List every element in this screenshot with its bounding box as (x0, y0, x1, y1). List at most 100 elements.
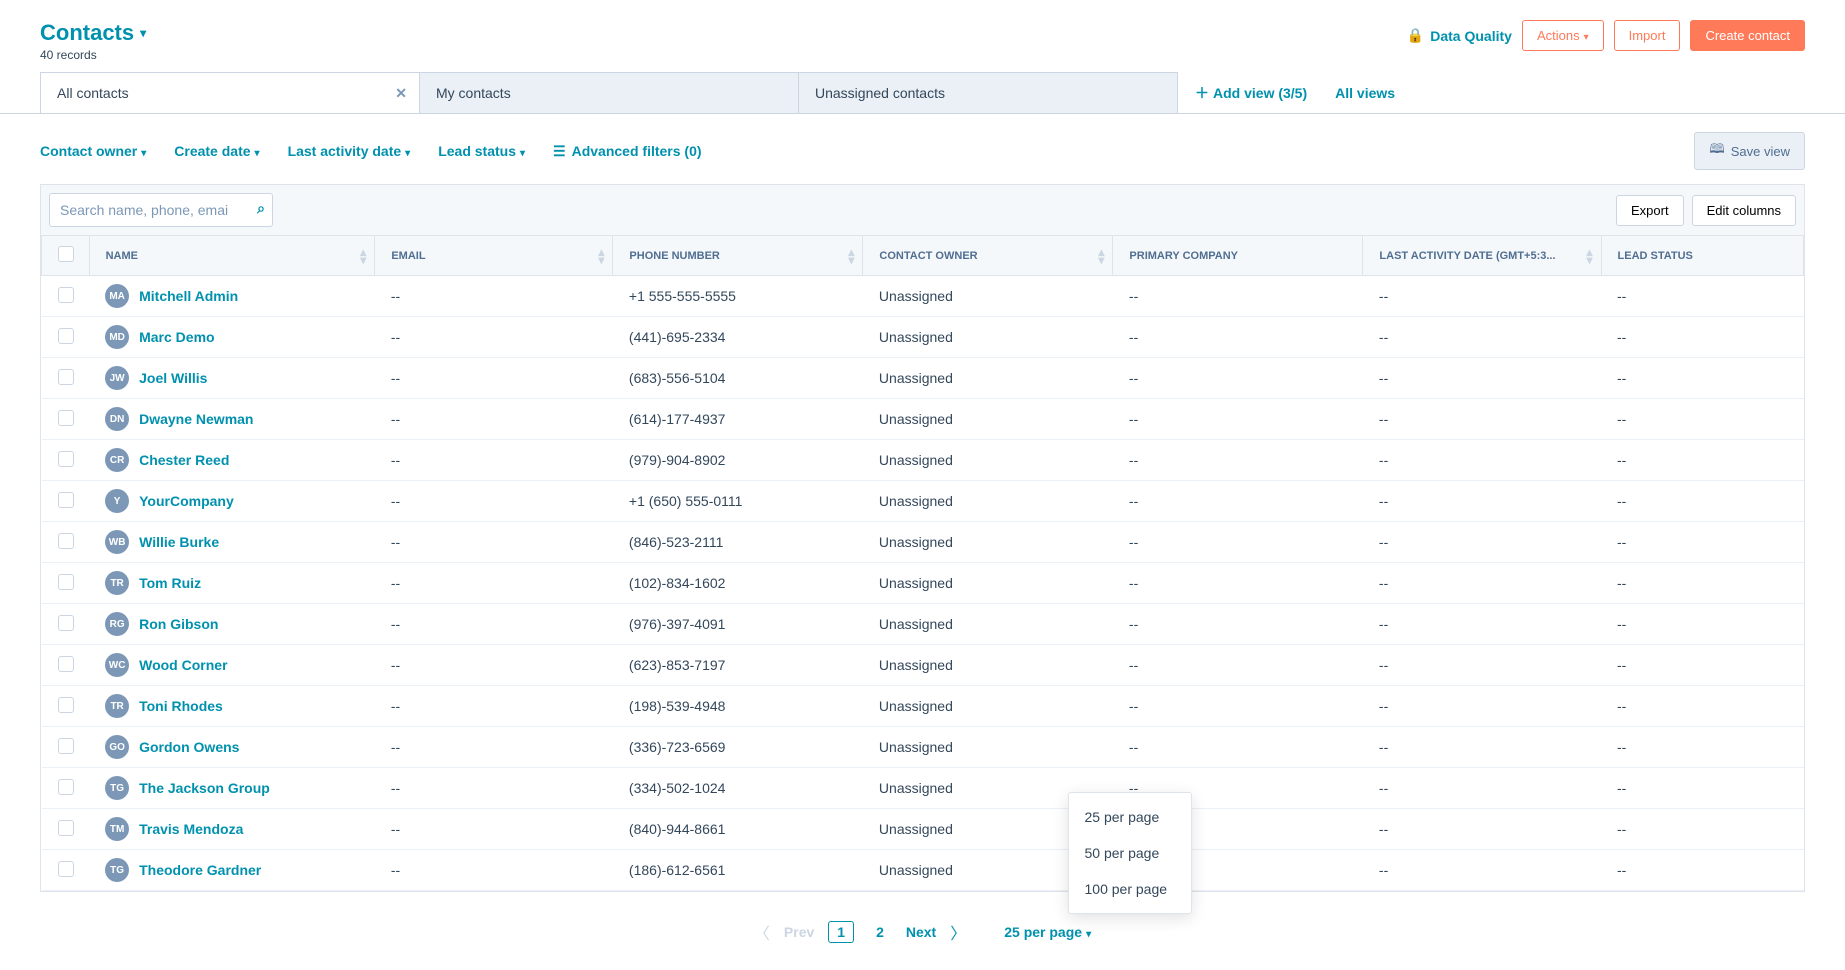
tab-label: Unassigned contacts (815, 85, 945, 101)
cell-activity: -- (1363, 604, 1601, 645)
export-button[interactable]: Export (1616, 195, 1684, 226)
cell-email: -- (375, 727, 613, 768)
column-phone[interactable]: PHONE NUMBER▴▾ (613, 236, 863, 276)
column-name[interactable]: NAME▴▾ (89, 236, 375, 276)
row-checkbox[interactable] (58, 492, 74, 508)
column-activity[interactable]: LAST ACTIVITY DATE (GMT+5:3...▴▾ (1363, 236, 1601, 276)
contact-name-link[interactable]: Chester Reed (139, 452, 229, 468)
row-checkbox[interactable] (58, 820, 74, 836)
all-views-link[interactable]: All views (1335, 85, 1395, 101)
row-checkbox[interactable] (58, 328, 74, 344)
row-checkbox[interactable] (58, 779, 74, 795)
table-row: RGRon Gibson--(976)-397-4091Unassigned--… (42, 604, 1804, 645)
next-button[interactable]: Next (906, 924, 936, 940)
row-checkbox[interactable] (58, 697, 74, 713)
tab-my-contacts[interactable]: My contacts (419, 72, 799, 113)
row-checkbox[interactable] (58, 861, 74, 877)
per-page-option-50[interactable]: 50 per page (1069, 835, 1191, 871)
table-row: DNDwayne Newman--(614)-177-4937Unassigne… (42, 399, 1804, 440)
cell-email: -- (375, 481, 613, 522)
avatar: TG (105, 858, 129, 882)
cell-owner: Unassigned (863, 358, 1113, 399)
cell-company: -- (1113, 317, 1363, 358)
contact-name-link[interactable]: Theodore Gardner (139, 862, 261, 878)
contact-name-link[interactable]: Joel Willis (139, 370, 207, 386)
tab-unassigned-contacts[interactable]: Unassigned contacts (798, 72, 1178, 113)
cell-lead: -- (1601, 686, 1803, 727)
add-view-link[interactable]: ＋ Add view (3/5) (1195, 83, 1307, 103)
page-title: Contacts (40, 20, 134, 46)
cell-phone: (336)-723-6569 (613, 727, 863, 768)
row-checkbox[interactable] (58, 574, 74, 590)
table-row: JWJoel Willis--(683)-556-5104Unassigned-… (42, 358, 1804, 399)
per-page-option-100[interactable]: 100 per page (1069, 871, 1191, 907)
save-view-button[interactable]: 🕮 Save view (1694, 132, 1805, 170)
cell-phone: (102)-834-1602 (613, 563, 863, 604)
table-row: WBWillie Burke--(846)-523-2111Unassigned… (42, 522, 1804, 563)
row-checkbox[interactable] (58, 369, 74, 385)
filter-contact-owner[interactable]: Contact owner (40, 143, 146, 159)
column-email[interactable]: EMAIL▴▾ (375, 236, 613, 276)
contact-name-link[interactable]: Mitchell Admin (139, 288, 238, 304)
page-1[interactable]: 1 (828, 921, 854, 943)
cell-owner: Unassigned (863, 686, 1113, 727)
data-quality-link[interactable]: 🔒 Data Quality (1407, 27, 1512, 44)
contact-name-link[interactable]: Dwayne Newman (139, 411, 253, 427)
row-checkbox[interactable] (58, 615, 74, 631)
search-icon[interactable]: ⌕ (257, 200, 265, 217)
edit-columns-button[interactable]: Edit columns (1692, 195, 1796, 226)
search-input[interactable] (49, 193, 273, 227)
table-row: TRToni Rhodes--(198)-539-4948Unassigned-… (42, 686, 1804, 727)
advanced-filters-link[interactable]: ☰ Advanced filters (0) (553, 143, 702, 160)
avatar: Y (105, 489, 129, 513)
cell-lead: -- (1601, 522, 1803, 563)
contact-name-link[interactable]: YourCompany (139, 493, 234, 509)
per-page-option-25[interactable]: 25 per page (1069, 799, 1191, 835)
contact-name-link[interactable]: Wood Corner (139, 657, 227, 673)
contact-name-link[interactable]: The Jackson Group (139, 780, 270, 796)
horizontal-scrollbar[interactable] (40, 892, 1805, 904)
contact-name-link[interactable]: Ron Gibson (139, 616, 218, 632)
per-page-dropdown[interactable]: 25 per page (1004, 924, 1091, 940)
tab-all-contacts[interactable]: All contacts ✕ (40, 72, 420, 113)
checkbox-icon[interactable] (58, 246, 74, 262)
filter-lead-status[interactable]: Lead status (438, 143, 525, 159)
cell-owner: Unassigned (863, 481, 1113, 522)
filter-create-date[interactable]: Create date (174, 143, 259, 159)
column-company[interactable]: PRIMARY COMPANY (1113, 236, 1363, 276)
row-checkbox[interactable] (58, 738, 74, 754)
contact-name-link[interactable]: Marc Demo (139, 329, 214, 345)
actions-button[interactable]: Actions (1522, 20, 1604, 51)
contact-name-link[interactable]: Travis Mendoza (139, 821, 243, 837)
contact-name-link[interactable]: Toni Rhodes (139, 698, 223, 714)
close-icon[interactable]: ✕ (395, 85, 407, 102)
table-row: MAMitchell Admin--+1 555-555-5555Unassig… (42, 276, 1804, 317)
create-contact-button[interactable]: Create contact (1690, 20, 1805, 51)
advanced-filters-label: Advanced filters (0) (572, 143, 702, 159)
cell-email: -- (375, 276, 613, 317)
cell-phone: (846)-523-2111 (613, 522, 863, 563)
row-checkbox[interactable] (58, 451, 74, 467)
cell-company: -- (1113, 604, 1363, 645)
import-button[interactable]: Import (1614, 20, 1681, 51)
avatar: TG (105, 776, 129, 800)
row-checkbox[interactable] (58, 410, 74, 426)
cell-phone: (683)-556-5104 (613, 358, 863, 399)
cell-activity: -- (1363, 276, 1601, 317)
select-all-header[interactable] (42, 236, 90, 276)
avatar: JW (105, 366, 129, 390)
page-2[interactable]: 2 (868, 922, 892, 942)
contact-name-link[interactable]: Tom Ruiz (139, 575, 201, 591)
cell-activity: -- (1363, 317, 1601, 358)
row-checkbox[interactable] (58, 533, 74, 549)
filter-last-activity[interactable]: Last activity date (288, 143, 411, 159)
column-lead[interactable]: LEAD STATUS (1601, 236, 1803, 276)
cell-company: -- (1113, 727, 1363, 768)
column-owner[interactable]: CONTACT OWNER▴▾ (863, 236, 1113, 276)
row-checkbox[interactable] (58, 287, 74, 303)
row-checkbox[interactable] (58, 656, 74, 672)
page-title-dropdown[interactable]: Contacts ▾ (40, 20, 146, 46)
contact-name-link[interactable]: Willie Burke (139, 534, 219, 550)
contact-name-link[interactable]: Gordon Owens (139, 739, 239, 755)
cell-owner: Unassigned (863, 522, 1113, 563)
